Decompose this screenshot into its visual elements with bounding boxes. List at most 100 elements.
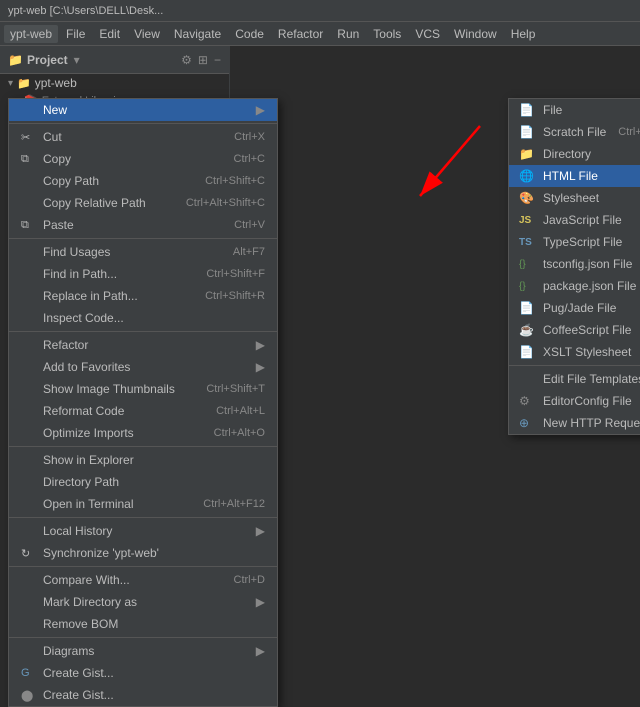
directory-icon: 📁 xyxy=(519,147,537,161)
menu-item-ypt-web[interactable]: ypt-web xyxy=(4,25,58,43)
ctx-item-copy-path[interactable]: Copy Path Ctrl+Shift+C xyxy=(9,170,277,192)
ctx-item-add-favorites[interactable]: Add to Favorites ▶ xyxy=(9,356,277,378)
menu-item-help[interactable]: Help xyxy=(505,25,542,43)
sub-item-pug[interactable]: 📄 Pug/Jade File xyxy=(509,297,640,319)
menu-item-edit[interactable]: Edit xyxy=(93,25,126,43)
ctx-item-show-in-explorer[interactable]: Show in Explorer xyxy=(9,449,277,471)
sync-icon: ↻ xyxy=(21,547,37,560)
sub-item-html[interactable]: 🌐 HTML File xyxy=(509,165,640,187)
ctx-divider-2 xyxy=(9,238,277,239)
gear-icon[interactable]: ⚙ xyxy=(181,53,192,67)
menu-item-code[interactable]: Code xyxy=(229,25,270,43)
sidebar: 📁 Project ▾ ⚙ ⊞ − ▾ 📁 ypt-web 📚 External… xyxy=(0,46,230,627)
tree-root-label: ypt-web xyxy=(35,76,77,90)
tsconfig-icon: {} xyxy=(519,259,537,270)
ctx-item-replace-in-path[interactable]: Replace in Path... Ctrl+Shift+R xyxy=(9,285,277,307)
ctx-item-cut[interactable]: ✂ Cut Ctrl+X xyxy=(9,126,277,148)
xslt-icon: 📄 xyxy=(519,345,537,359)
http-icon: ⊕ xyxy=(519,416,537,430)
ctx-divider-4 xyxy=(9,446,277,447)
sub-item-xslt[interactable]: 📄 XSLT Stylesheet xyxy=(509,341,640,363)
folder-icon: 📁 xyxy=(8,53,23,67)
tree-arrow: ▾ xyxy=(8,78,13,89)
header-icons: ⚙ ⊞ − xyxy=(181,53,221,67)
ctx-item-directory-path[interactable]: Directory Path xyxy=(9,471,277,493)
ctx-item-show-image-thumb[interactable]: Show Image Thumbnails Ctrl+Shift+T xyxy=(9,378,277,400)
sub-item-scratch-file[interactable]: 📄 Scratch File Ctrl+Alt+Shift+Insert xyxy=(509,121,640,143)
ctx-item-optimize-imports[interactable]: Optimize Imports Ctrl+Alt+O xyxy=(9,422,277,444)
project-label: Project xyxy=(27,53,68,67)
menu-item-run[interactable]: Run xyxy=(331,25,365,43)
ctx-item-copy-rel-path[interactable]: Copy Relative Path Ctrl+Alt+Shift+C xyxy=(9,192,277,214)
ctx-divider-3 xyxy=(9,331,277,332)
ctx-item-compare[interactable]: Compare With... Ctrl+D xyxy=(9,569,277,591)
sub-item-file[interactable]: 📄 File xyxy=(509,99,640,121)
gist-icon-2: ⬤ xyxy=(21,689,37,702)
ctx-item-create-gist-1[interactable]: G Create Gist... xyxy=(9,662,277,684)
ctx-divider-6 xyxy=(9,566,277,567)
sub-item-ts[interactable]: TS TypeScript File xyxy=(509,231,640,253)
ctx-divider-1 xyxy=(9,123,277,124)
menu-item-refactor[interactable]: Refactor xyxy=(272,25,329,43)
context-menu: New ▶ ✂ Cut Ctrl+X ⧉ Copy Ctrl+C Copy Pa… xyxy=(8,98,278,707)
menu-bar: ypt-web File Edit View Navigate Code Ref… xyxy=(0,22,640,46)
ctx-item-find-in-path[interactable]: Find in Path... Ctrl+Shift+F xyxy=(9,263,277,285)
ctx-item-open-terminal[interactable]: Open in Terminal Ctrl+Alt+F12 xyxy=(9,493,277,515)
tree-root[interactable]: ▾ 📁 ypt-web xyxy=(0,74,229,92)
gist-icon-1: G xyxy=(21,667,37,679)
sub-divider-1 xyxy=(509,365,640,366)
package-json-icon: {} xyxy=(519,281,537,292)
ctx-item-new[interactable]: New ▶ xyxy=(9,99,277,121)
ctx-item-diagrams[interactable]: Diagrams ▶ xyxy=(9,640,277,662)
coffee-icon: ☕ xyxy=(519,323,537,337)
ctx-divider-7 xyxy=(9,637,277,638)
ctx-item-synchronize[interactable]: ↻ Synchronize 'ypt-web' xyxy=(9,542,277,564)
html-file-icon: 🌐 xyxy=(519,169,537,183)
sub-item-package-json[interactable]: {} package.json File xyxy=(509,275,640,297)
menu-item-navigate[interactable]: Navigate xyxy=(168,25,227,43)
ctx-item-remove-bom[interactable]: Remove BOM xyxy=(9,613,277,635)
file-icon: 📄 xyxy=(519,103,537,117)
project-header: 📁 Project ▾ ⚙ ⊞ − xyxy=(0,46,229,74)
sub-item-tsconfig[interactable]: {} tsconfig.json File xyxy=(509,253,640,275)
main-area: 📄 File 📄 Scratch File Ctrl+Alt+Shift+Ins… xyxy=(230,46,640,627)
ctx-item-create-gist-2[interactable]: ⬤ Create Gist... xyxy=(9,684,277,706)
ctx-divider-5 xyxy=(9,517,277,518)
ctx-item-local-history[interactable]: Local History ▶ xyxy=(9,520,277,542)
menu-item-file[interactable]: File xyxy=(60,25,91,43)
editorconfig-icon: ⚙ xyxy=(519,394,537,408)
sub-item-js[interactable]: JS JavaScript File xyxy=(509,209,640,231)
scratch-file-icon: 📄 xyxy=(519,125,537,139)
stylesheet-icon: 🎨 xyxy=(519,191,537,205)
ctx-item-reformat[interactable]: Reformat Code Ctrl+Alt+L xyxy=(9,400,277,422)
ctx-item-mark-dir[interactable]: Mark Directory as ▶ xyxy=(9,591,277,613)
title-bar: ypt-web [C:\Users\DELL\Desk... xyxy=(0,0,640,22)
menu-item-view[interactable]: View xyxy=(128,25,166,43)
app-body: 📁 Project ▾ ⚙ ⊞ − ▾ 📁 ypt-web 📚 External… xyxy=(0,46,640,627)
sub-item-edit-templates[interactable]: Edit File Templates... xyxy=(509,368,640,390)
copy-icon: ⧉ xyxy=(21,153,37,166)
ctx-item-paste[interactable]: ⧉ Paste Ctrl+V xyxy=(9,214,277,236)
sub-item-http-request[interactable]: ⊕ New HTTP Request xyxy=(509,412,640,434)
sub-item-stylesheet[interactable]: 🎨 Stylesheet xyxy=(509,187,640,209)
js-file-icon: JS xyxy=(519,215,537,226)
ctx-item-refactor[interactable]: Refactor ▶ xyxy=(9,334,277,356)
layout-icon[interactable]: ⊞ xyxy=(198,53,208,67)
minus-icon[interactable]: − xyxy=(214,53,221,67)
project-folder-icon: 📁 xyxy=(17,77,31,90)
paste-icon: ⧉ xyxy=(21,219,37,232)
ts-file-icon: TS xyxy=(519,237,537,248)
menu-item-tools[interactable]: Tools xyxy=(367,25,407,43)
menu-item-vcs[interactable]: VCS xyxy=(409,25,446,43)
ctx-item-inspect-code[interactable]: Inspect Code... xyxy=(9,307,277,329)
sub-item-editorconfig[interactable]: ⚙ EditorConfig File xyxy=(509,390,640,412)
menu-item-window[interactable]: Window xyxy=(448,25,503,43)
sub-item-coffeescript[interactable]: ☕ CoffeeScript File xyxy=(509,319,640,341)
pug-icon: 📄 xyxy=(519,301,537,315)
title-bar-text: ypt-web [C:\Users\DELL\Desk... xyxy=(8,5,163,17)
ctx-item-copy[interactable]: ⧉ Copy Ctrl+C xyxy=(9,148,277,170)
ctx-item-find-usages[interactable]: Find Usages Alt+F7 xyxy=(9,241,277,263)
cut-icon: ✂ xyxy=(21,131,37,144)
sub-item-directory[interactable]: 📁 Directory xyxy=(509,143,640,165)
new-submenu: 📄 File 📄 Scratch File Ctrl+Alt+Shift+Ins… xyxy=(508,98,640,435)
